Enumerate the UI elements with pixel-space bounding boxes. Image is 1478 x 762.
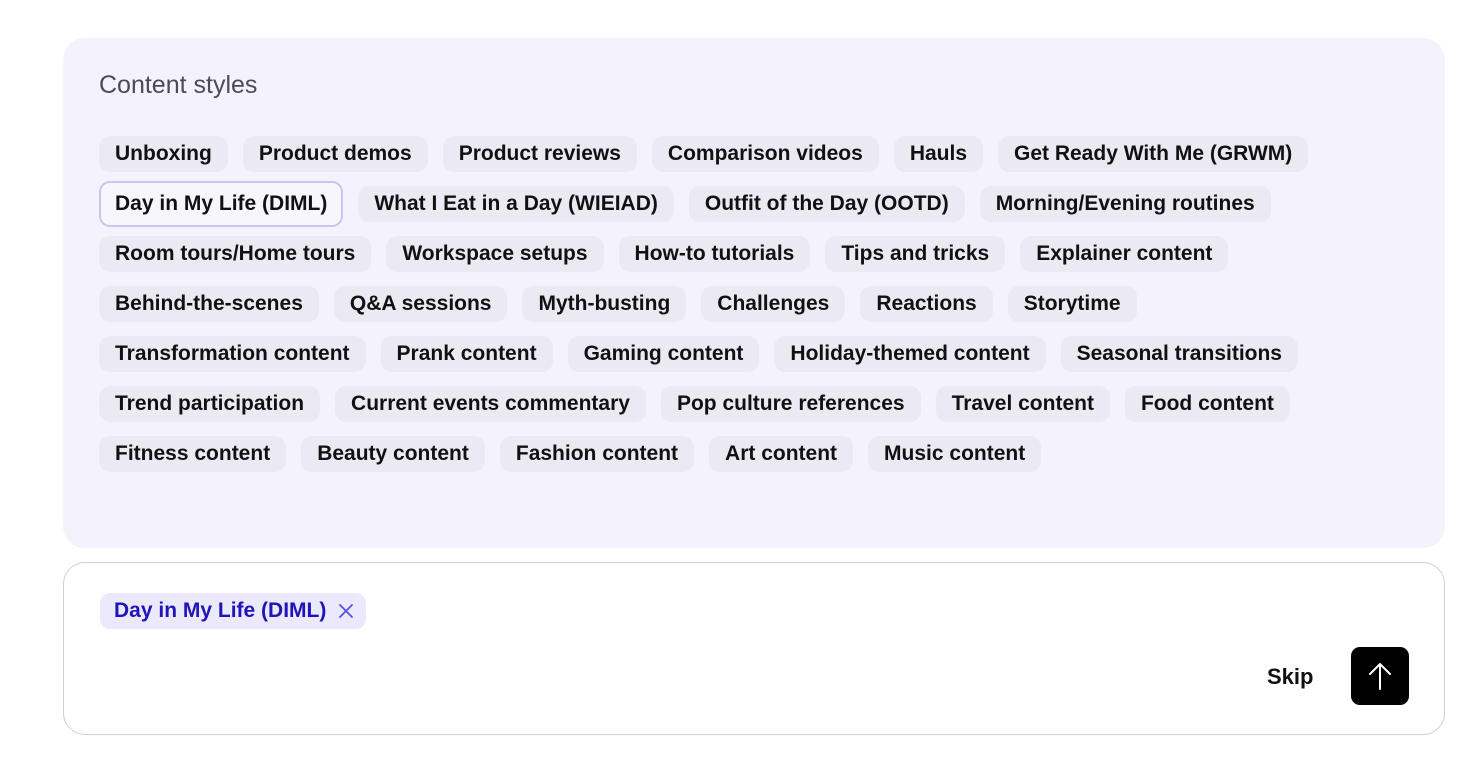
style-chip-day-in-my-life-diml[interactable]: Day in My Life (DIML) xyxy=(99,181,344,227)
style-chip-comparison-videos[interactable]: Comparison videos xyxy=(651,136,879,172)
style-chip-tips-and-tricks[interactable]: Tips and tricks xyxy=(825,236,1006,272)
style-chip-travel-content[interactable]: Travel content xyxy=(935,386,1110,422)
style-chip-explainer-content[interactable]: Explainer content xyxy=(1020,236,1229,272)
style-chip-get-ready-with-me-grwm[interactable]: Get Ready With Me (GRWM) xyxy=(998,136,1309,172)
style-chip-room-tours-home-tours[interactable]: Room tours/Home tours xyxy=(99,236,372,272)
style-chip-workspace-setups[interactable]: Workspace setups xyxy=(386,236,604,272)
style-chip-storytime[interactable]: Storytime xyxy=(1007,286,1137,322)
style-chip-morning-evening-routines[interactable]: Morning/Evening routines xyxy=(979,186,1271,222)
style-chip-seasonal-transitions[interactable]: Seasonal transitions xyxy=(1060,336,1298,372)
style-chip-how-to-tutorials[interactable]: How-to tutorials xyxy=(618,236,811,272)
style-chip-prank-content[interactable]: Prank content xyxy=(380,336,553,372)
style-chip-fashion-content[interactable]: Fashion content xyxy=(499,436,695,472)
style-chip-fitness-content[interactable]: Fitness content xyxy=(99,436,287,472)
style-chip-q-a-sessions[interactable]: Q&A sessions xyxy=(333,286,508,322)
style-chip-art-content[interactable]: Art content xyxy=(709,436,854,472)
arrow-up-icon xyxy=(1367,661,1393,691)
style-chip-beauty-content[interactable]: Beauty content xyxy=(301,436,485,472)
style-chip-list: Unboxing Product demos Product reviews Comp… xyxy=(99,136,1389,472)
style-chip-behind-the-scenes[interactable]: Behind-the-scenes xyxy=(99,286,319,322)
style-chip-unboxing[interactable]: Unboxing xyxy=(99,136,228,172)
content-styles-panel: Content styles Unboxing Product demos Prod… xyxy=(63,38,1445,548)
style-chip-holiday-themed-content[interactable]: Holiday-themed content xyxy=(774,336,1046,372)
panel-title: Content styles xyxy=(99,71,258,99)
selected-style-tag: Day in My Life (DIML) xyxy=(100,593,367,629)
style-chip-gaming-content[interactable]: Gaming content xyxy=(567,336,760,372)
style-chip-myth-busting[interactable]: Myth-busting xyxy=(522,286,687,322)
style-chip-challenges[interactable]: Challenges xyxy=(701,286,846,322)
style-chip-trend-participation[interactable]: Trend participation xyxy=(99,386,321,422)
style-chip-what-i-eat-in-a-day-wieiad[interactable]: What I Eat in a Day (WIEIAD) xyxy=(358,186,674,222)
style-chip-product-demos[interactable]: Product demos xyxy=(242,136,428,172)
composer-box[interactable]: Day in My Life (DIML) Skip xyxy=(63,562,1445,735)
style-chip-product-reviews[interactable]: Product reviews xyxy=(442,136,637,172)
style-chip-transformation-content[interactable]: Transformation content xyxy=(99,336,366,372)
close-icon[interactable] xyxy=(338,603,354,619)
style-chip-food-content[interactable]: Food content xyxy=(1124,386,1290,422)
skip-button[interactable]: Skip xyxy=(1259,660,1321,694)
style-chip-outfit-of-the-day-ootd[interactable]: Outfit of the Day (OOTD) xyxy=(688,186,965,222)
style-chip-hauls[interactable]: Hauls xyxy=(893,136,983,172)
send-button[interactable] xyxy=(1351,647,1409,705)
style-chip-music-content[interactable]: Music content xyxy=(868,436,1042,472)
style-chip-pop-culture-references[interactable]: Pop culture references xyxy=(660,386,921,422)
style-chip-current-events-commentary[interactable]: Current events commentary xyxy=(335,386,646,422)
style-chip-reactions[interactable]: Reactions xyxy=(860,286,993,322)
selected-style-tag-label: Day in My Life (DIML) xyxy=(114,599,327,622)
